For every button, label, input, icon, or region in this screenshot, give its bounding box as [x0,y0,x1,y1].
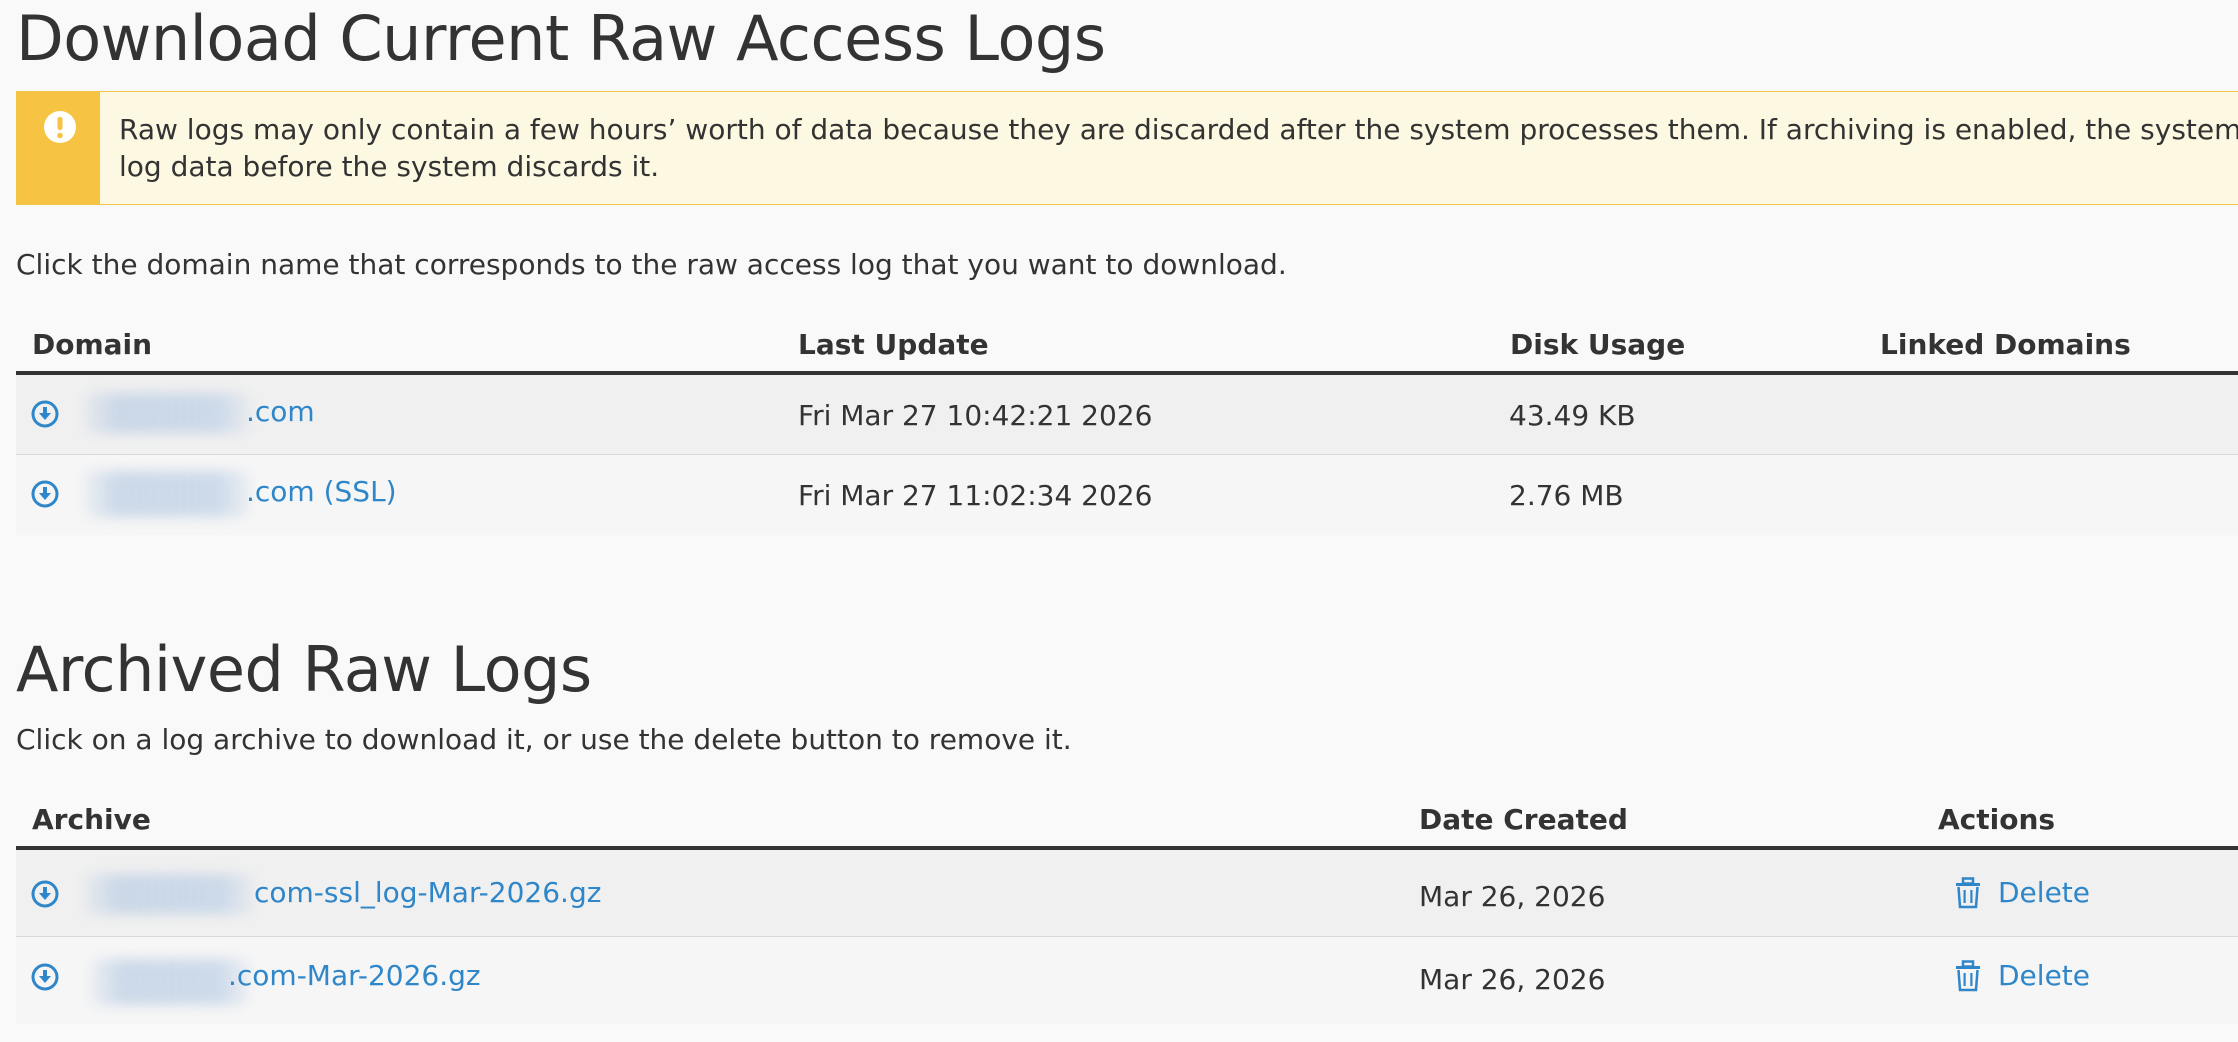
redacted-domain [84,874,254,914]
redacted-domain [84,471,250,517]
table-header: Archive Date Created Actions [16,789,2238,850]
last-update-cell: Fri Mar 27 10:42:21 2026 [798,399,1153,432]
current-logs-table: Domain Last Update Disk Usage Linked Dom… [16,314,2238,535]
column-header-linked-domains: Linked Domains [1880,328,2131,361]
redacted-domain [90,959,250,1005]
disk-usage-cell: 2.76 MB [1509,479,1624,512]
exclamation-icon [44,111,76,143]
alert-line-2: log data before the system discards it. [119,150,660,183]
alert-message: Raw logs may only contain a few hours’ w… [119,111,2238,185]
table-row: com-ssl_log-Mar-2026.gz Mar 26, 2026 Del… [16,850,2238,937]
table-header: Domain Last Update Disk Usage Linked Dom… [16,314,2238,375]
warning-alert: Raw logs may only contain a few hours’ w… [16,91,2238,205]
last-update-cell: Fri Mar 27 11:02:34 2026 [798,479,1153,512]
section-title-archived: Archived Raw Logs [16,633,592,706]
table-row: .com-Mar-2026.gz Mar 26, 2026 Delete [16,937,2238,1024]
column-header-disk-usage[interactable]: Disk Usage [1510,328,1685,361]
delete-label: Delete [1998,959,2090,992]
archived-logs-intro: Click on a log archive to download it, o… [16,723,1072,756]
download-icon[interactable] [31,400,59,428]
archived-logs-table: Archive Date Created Actions com-ssl_log… [16,789,2238,1024]
date-created-cell: Mar 26, 2026 [1419,880,1606,913]
redacted-domain [84,393,250,433]
raw-access-page: Download Current Raw Access Logs Raw log… [0,0,2238,1042]
column-header-date-created[interactable]: Date Created [1419,803,1628,836]
archive-download-link[interactable]: com-ssl_log-Mar-2026.gz [254,876,601,909]
table-row: .com Fri Mar 27 10:42:21 2026 43.49 KB [16,375,2238,455]
trash-icon [1956,876,1980,908]
column-header-domain[interactable]: Domain [32,328,152,361]
date-created-cell: Mar 26, 2026 [1419,963,1606,996]
trash-icon [1956,959,1980,991]
table-row: .com (SSL) Fri Mar 27 11:02:34 2026 2.76… [16,455,2238,535]
domain-download-link[interactable]: .com (SSL) [246,475,397,508]
current-logs-intro: Click the domain name that corresponds t… [16,248,1287,281]
download-icon[interactable] [31,963,59,991]
download-icon[interactable] [31,880,59,908]
delete-label: Delete [1998,876,2090,909]
alert-accent-bar [17,92,100,204]
archive-download-link[interactable]: .com-Mar-2026.gz [228,959,481,992]
delete-button[interactable]: Delete [1954,876,2090,909]
column-header-actions: Actions [1938,803,2056,836]
delete-button[interactable]: Delete [1954,959,2090,992]
domain-download-link[interactable]: .com [246,395,315,428]
disk-usage-cell: 43.49 KB [1509,399,1636,432]
column-header-archive[interactable]: Archive [32,803,151,836]
download-icon[interactable] [31,480,59,508]
column-header-last-update[interactable]: Last Update [798,328,989,361]
alert-line-1: Raw logs may only contain a few hours’ w… [119,113,2238,146]
page-title: Download Current Raw Access Logs [16,2,1106,75]
